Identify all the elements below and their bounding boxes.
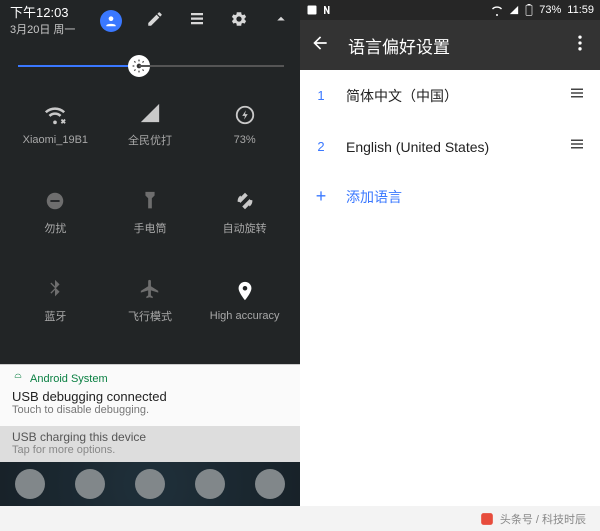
- tile-airplane[interactable]: 飞行模式: [103, 257, 198, 345]
- tile-label: 全民优打: [128, 132, 172, 148]
- tile-location[interactable]: High accuracy: [197, 257, 292, 345]
- rotate-icon: [234, 190, 256, 212]
- tile-label: 自动旋转: [223, 220, 267, 236]
- notification-usb-charging[interactable]: USB charging this device Tap for more op…: [0, 426, 300, 462]
- app-bar: 语言偏好设置: [300, 20, 600, 70]
- add-language-label: 添加语言: [346, 187, 402, 207]
- toutiao-icon: [480, 512, 494, 526]
- image-icon: [306, 4, 318, 16]
- drag-handle-icon[interactable]: [568, 84, 586, 107]
- language-name: 简体中文（中国）: [346, 86, 550, 106]
- tile-wifi[interactable]: Xiaomi_19B1: [8, 81, 103, 169]
- notification-desc: Touch to disable debugging.: [12, 404, 288, 416]
- tile-label: 蓝牙: [44, 308, 66, 324]
- gear-icon[interactable]: [230, 10, 248, 33]
- add-language-button[interactable]: + 添加语言: [300, 172, 600, 221]
- dnd-icon: [44, 190, 66, 212]
- page-title: 语言偏好设置: [348, 33, 552, 58]
- brightness-slider[interactable]: [0, 37, 300, 81]
- tile-battery[interactable]: 73%: [197, 81, 292, 169]
- tile-dnd[interactable]: 勿扰: [8, 169, 103, 257]
- signal-icon: [509, 4, 519, 16]
- watermark-text: 头条号 / 科技时辰: [500, 511, 586, 527]
- tile-label: 手电筒: [133, 220, 166, 236]
- tiles-list-icon[interactable]: [188, 10, 206, 33]
- battery-circle-icon: [234, 104, 256, 126]
- wifi-off-icon: [44, 104, 66, 126]
- watermark-footer: 头条号 / 科技时辰: [0, 506, 600, 531]
- tile-label: High accuracy: [210, 310, 280, 322]
- tile-bluetooth[interactable]: 蓝牙: [8, 257, 103, 345]
- dock-icon[interactable]: [255, 469, 285, 499]
- tile-label: Xiaomi_19B1: [23, 134, 88, 146]
- status-time: 下午12:03: [10, 6, 75, 21]
- wifi-icon: [491, 4, 503, 16]
- flashlight-icon: [139, 190, 161, 212]
- signal-icon: [139, 102, 161, 124]
- plus-icon: +: [314, 186, 328, 207]
- tile-flashlight[interactable]: 手电筒: [103, 169, 198, 257]
- more-icon[interactable]: [570, 33, 590, 58]
- language-settings-screen: 73% 11:59 语言偏好设置 1 简体中文（中国） 2: [300, 0, 600, 506]
- android-n-icon: [322, 4, 334, 16]
- account-icon[interactable]: [100, 10, 122, 32]
- android-icon: [12, 373, 24, 385]
- tile-label: 73%: [234, 134, 256, 146]
- drag-handle-icon[interactable]: [568, 135, 586, 158]
- tile-label: 勿扰: [44, 220, 66, 236]
- dock-icon[interactable]: [195, 469, 225, 499]
- language-item[interactable]: 1 简体中文（中国）: [300, 70, 600, 121]
- notification-title: USB debugging connected: [12, 389, 288, 404]
- language-index: 2: [314, 139, 328, 154]
- quick-settings-panel: 下午12:03 3月20日 周一: [0, 0, 300, 506]
- status-battery: 73%: [539, 4, 561, 16]
- location-icon: [234, 280, 256, 302]
- status-bar-right: 73% 11:59: [300, 0, 600, 20]
- tile-label: 飞行模式: [128, 308, 172, 324]
- bluetooth-icon: [44, 278, 66, 300]
- language-item[interactable]: 2 English (United States): [300, 121, 600, 172]
- airplane-icon: [139, 278, 161, 300]
- dock-icon[interactable]: [135, 469, 165, 499]
- status-time: 11:59: [567, 4, 594, 16]
- status-bar-left: 下午12:03 3月20日 周一: [0, 0, 300, 37]
- dock-icon[interactable]: [75, 469, 105, 499]
- notification-usb-debugging[interactable]: Android System USB debugging connected T…: [0, 364, 300, 426]
- battery-icon: [525, 4, 533, 16]
- dock-icon[interactable]: [15, 469, 45, 499]
- language-name: English (United States): [346, 139, 550, 155]
- language-index: 1: [314, 88, 328, 103]
- tile-cellular[interactable]: 全民优打: [103, 81, 198, 169]
- tile-autorotate[interactable]: 自动旋转: [197, 169, 292, 257]
- chevron-up-icon[interactable]: [272, 10, 290, 33]
- notification-header: Android System: [30, 373, 108, 385]
- back-icon[interactable]: [310, 33, 330, 58]
- notification-title: USB charging this device: [12, 430, 288, 444]
- dock: [0, 462, 300, 506]
- brightness-thumb[interactable]: [128, 55, 150, 77]
- status-date: 3月20日 周一: [10, 21, 75, 37]
- edit-icon[interactable]: [146, 10, 164, 33]
- notification-desc: Tap for more options.: [12, 444, 288, 456]
